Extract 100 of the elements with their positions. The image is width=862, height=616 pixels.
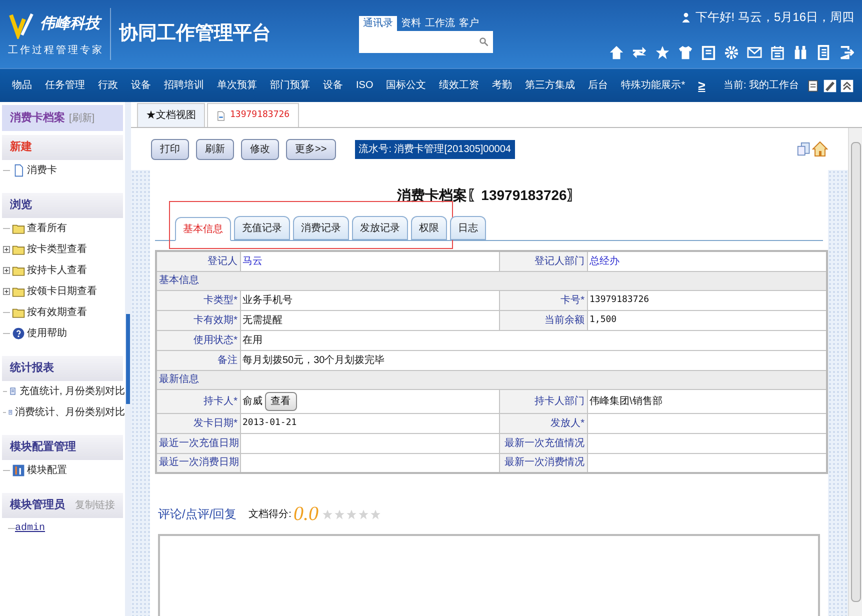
- nav-item[interactable]: ISO: [356, 78, 374, 93]
- sidebar-item[interactable]: 按领卡日期查看: [27, 284, 97, 299]
- nav-item[interactable]: 任务管理: [45, 78, 85, 93]
- field-label: 卡类型*: [156, 290, 240, 310]
- toolbar-button[interactable]: 刷新: [196, 138, 234, 160]
- nav-item[interactable]: 绩效工资: [439, 78, 480, 93]
- sidebar-item[interactable]: 使用帮助: [27, 326, 67, 341]
- search-tab[interactable]: 工作流: [425, 16, 455, 30]
- search-tab[interactable]: 通讯录: [359, 16, 397, 30]
- form-tab[interactable]: 发放记录: [352, 216, 408, 240]
- field-label: 登记人: [156, 251, 240, 271]
- exit-icon[interactable]: [839, 45, 854, 60]
- form-tab[interactable]: 消费记录: [293, 216, 349, 240]
- star-icon[interactable]: [358, 508, 370, 520]
- document-tab[interactable]: ★文档视图: [137, 103, 205, 127]
- search-tab[interactable]: 客户: [459, 16, 479, 30]
- view-button[interactable]: 查看: [264, 392, 296, 410]
- nav-item[interactable]: 设备: [131, 78, 151, 93]
- form-tab[interactable]: 权限: [411, 216, 447, 240]
- expand-icon[interactable]: [3, 246, 10, 253]
- sidebar-item[interactable]: 消费卡: [27, 163, 57, 178]
- binoculars-icon[interactable]: [793, 45, 808, 60]
- folder-icon: [12, 306, 25, 319]
- nav-item[interactable]: 单次预算: [217, 78, 257, 93]
- settings-icon[interactable]: [724, 45, 739, 60]
- score-value: 0.0: [293, 504, 318, 524]
- sidebar-item[interactable]: 模块配置: [27, 463, 67, 478]
- search-field[interactable]: [359, 30, 493, 52]
- nav-item[interactable]: 后台: [588, 78, 608, 93]
- section-title: 模块配置管理: [10, 440, 76, 456]
- field-value: 1,500: [590, 315, 617, 326]
- sidebar-item[interactable]: 查看所有: [27, 221, 67, 236]
- section-label: 基本信息: [156, 271, 827, 290]
- help-icon: [12, 327, 25, 340]
- field-label: 登记人部门: [499, 251, 587, 271]
- field-label: 最新一次充值情况: [499, 433, 587, 453]
- nav-item[interactable]: 特殊功能展示*: [621, 78, 686, 93]
- field-label: 使用状态*: [156, 330, 240, 350]
- user-icon[interactable]: [681, 12, 692, 22]
- shirt-icon[interactable]: [678, 45, 693, 60]
- note-icon[interactable]: [701, 45, 716, 60]
- sidebar-item[interactable]: 按持卡人查看: [27, 263, 87, 278]
- sidebar-item[interactable]: 充值统计, 月份类别对比: [19, 384, 125, 399]
- nav-item[interactable]: 部门预算: [270, 78, 310, 93]
- tab-label: 13979183726: [230, 108, 290, 122]
- field-value: 无需提醒: [242, 314, 282, 326]
- admin-link[interactable]: admin: [15, 521, 46, 536]
- search-icon[interactable]: [479, 36, 489, 46]
- field-label: 备注: [156, 350, 240, 370]
- swap-icon[interactable]: [632, 45, 647, 60]
- section-title: 统计报表: [10, 360, 54, 376]
- greeting-text: 下午好! 马云，5月16日，周四: [695, 9, 854, 26]
- field-label: 最新一次消费情况: [499, 453, 587, 473]
- expand-icon[interactable]: [3, 267, 10, 274]
- toolbar-button[interactable]: 修改: [241, 138, 279, 160]
- nav-item[interactable]: 招聘培训: [164, 78, 204, 93]
- serial-number: 流水号: 消费卡管理[201305]00004: [354, 140, 515, 158]
- nav-more-link[interactable]: ≥: [698, 76, 706, 96]
- star-icon[interactable]: [322, 508, 334, 520]
- form-tab[interactable]: 基本信息: [175, 217, 231, 241]
- expand-icon[interactable]: [3, 288, 10, 295]
- document-tab[interactable]: 13979183726: [207, 103, 299, 127]
- field-label: 最近一次充值日期: [156, 433, 240, 453]
- section-title: 模块管理员: [10, 498, 65, 514]
- book-icon[interactable]: [816, 45, 831, 60]
- field-label: 发放人*: [499, 413, 587, 433]
- form-tab[interactable]: 日志: [450, 216, 486, 240]
- chevron-up-icon[interactable]: [840, 78, 854, 92]
- star-icon[interactable]: [655, 45, 670, 60]
- nav-item[interactable]: 行政: [98, 78, 118, 93]
- mail-icon[interactable]: [747, 45, 762, 60]
- field-value: 俞威: [242, 396, 262, 406]
- logo-slogan: 工作过程管理专家: [8, 44, 105, 58]
- star-icon[interactable]: [346, 508, 358, 520]
- nav-item[interactable]: 物品: [12, 78, 32, 93]
- home-icon[interactable]: [609, 45, 624, 60]
- sidebar-item[interactable]: 按卡类型查看: [27, 242, 87, 257]
- page-icon[interactable]: [806, 78, 820, 92]
- folder-icon: [12, 222, 25, 235]
- home-icon[interactable]: [812, 139, 828, 159]
- field-label: 最近一次消费日期: [156, 453, 240, 473]
- toolbar-button[interactable]: 更多>>: [286, 138, 336, 160]
- nav-item[interactable]: 国标公文: [386, 78, 426, 93]
- pencil-icon[interactable]: [823, 78, 837, 92]
- sidebar-item[interactable]: 消费统计、月份类别对比: [15, 405, 125, 420]
- nav-item[interactable]: 考勤: [492, 78, 512, 93]
- document-icon: [12, 164, 25, 177]
- star-icon[interactable]: [334, 508, 346, 520]
- toolbar-button[interactable]: 打印: [151, 138, 189, 160]
- star-icon[interactable]: [370, 508, 382, 520]
- nav-item[interactable]: 设备: [323, 78, 343, 93]
- field-value: 马云: [242, 256, 262, 267]
- current-location: 当前: 我的工作台: [723, 78, 799, 93]
- calendar-icon[interactable]: [770, 45, 785, 60]
- logo-icon: [8, 10, 36, 38]
- chart-icon: [12, 464, 25, 477]
- nav-item[interactable]: 第三方集成: [525, 78, 576, 93]
- sidebar-item[interactable]: 按有效期查看: [27, 305, 87, 320]
- form-tab[interactable]: 充值记录: [234, 216, 290, 240]
- search-tab[interactable]: 资料: [401, 16, 421, 30]
